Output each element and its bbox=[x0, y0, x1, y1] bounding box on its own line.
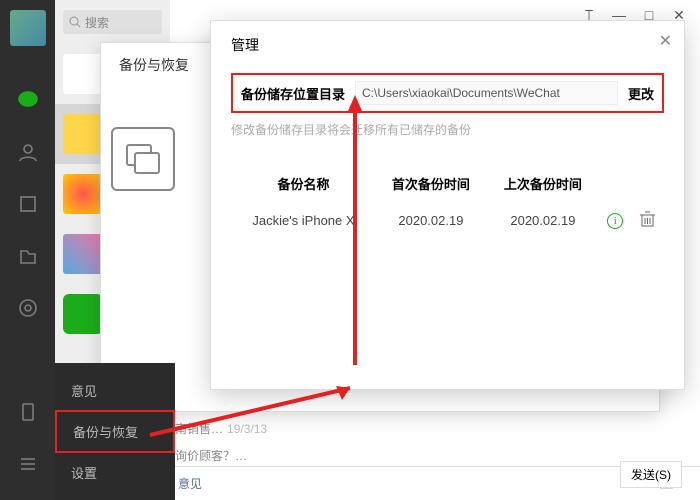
menu-item-settings[interactable]: 设置 bbox=[55, 453, 175, 492]
path-note: 修改备份储存目录将会迁移所有已储存的备份 bbox=[231, 121, 664, 138]
search-input[interactable]: 搜索 bbox=[63, 10, 162, 34]
path-label: 备份储存位置目录 bbox=[241, 84, 345, 103]
col-last: 上次备份时间 bbox=[488, 168, 598, 199]
avatar[interactable] bbox=[10, 10, 46, 46]
files-icon[interactable] bbox=[16, 244, 40, 268]
favorites-icon[interactable] bbox=[16, 192, 40, 216]
cell-first: 2020.02.19 bbox=[376, 201, 486, 240]
cell-last: 2020.02.19 bbox=[488, 201, 598, 240]
cell-name: Jackie's iPhone X bbox=[233, 201, 374, 240]
message-preview: 南销售…19/3/13 询价顾客？… bbox=[175, 420, 267, 464]
phone-icon[interactable] bbox=[16, 400, 40, 424]
nav-sidebar bbox=[0, 0, 55, 500]
menu-icon[interactable] bbox=[16, 452, 40, 476]
info-icon[interactable]: i bbox=[607, 213, 623, 229]
chat-icon[interactable] bbox=[16, 88, 40, 112]
menu-item-feedback[interactable]: 意见 bbox=[55, 371, 175, 410]
feedback-link[interactable]: 意见 bbox=[178, 475, 202, 492]
col-first: 首次备份时间 bbox=[376, 168, 486, 199]
backup-table: 备份名称 首次备份时间 上次备份时间 Jackie's iPhone X 202… bbox=[231, 166, 664, 242]
dialog-close-icon[interactable]: ✕ bbox=[659, 31, 672, 51]
more-menu: 意见 备份与恢复 设置 bbox=[55, 363, 175, 500]
contacts-icon[interactable] bbox=[16, 140, 40, 164]
manage-dialog: ✕ 管理 备份储存位置目录 C:\Users\xiaokai\Documents… bbox=[210, 20, 685, 390]
search-placeholder: 搜索 bbox=[85, 14, 109, 31]
backup-path-row: 备份储存位置目录 C:\Users\xiaokai\Documents\WeCh… bbox=[231, 73, 664, 113]
delete-icon[interactable] bbox=[640, 215, 655, 230]
moments-icon[interactable] bbox=[16, 296, 40, 320]
send-button[interactable]: 发送(S) bbox=[620, 461, 682, 488]
dialog-title: 管理 bbox=[231, 35, 664, 55]
backup-to-pc-icon[interactable] bbox=[111, 127, 175, 191]
col-name: 备份名称 bbox=[233, 168, 374, 199]
table-row: Jackie's iPhone X 2020.02.19 2020.02.19 … bbox=[233, 201, 662, 240]
path-value: C:\Users\xiaokai\Documents\WeChat bbox=[355, 81, 618, 105]
change-path-button[interactable]: 更改 bbox=[628, 84, 654, 103]
menu-item-backup[interactable]: 备份与恢复 bbox=[55, 410, 175, 453]
